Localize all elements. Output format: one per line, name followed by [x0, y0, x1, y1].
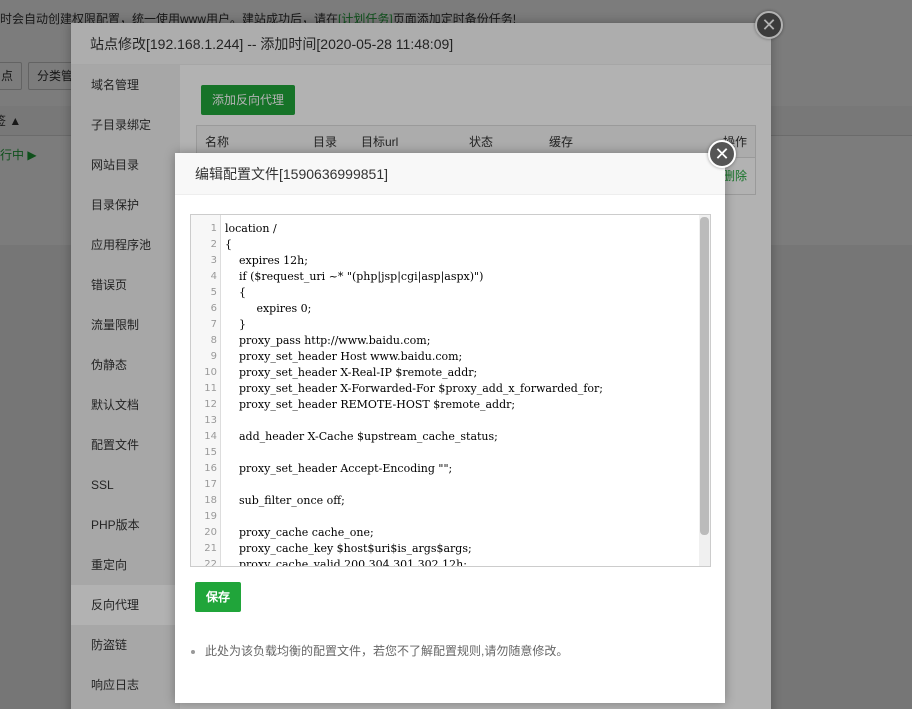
code-line[interactable]: 3 expires 12h;: [191, 253, 698, 269]
line-number: 11: [204, 383, 217, 394]
code-line[interactable]: 8 proxy_pass http://www.baidu.com;: [191, 333, 698, 349]
line-number: 6: [210, 303, 217, 314]
line-number: 8: [210, 335, 217, 346]
code-line[interactable]: 14 add_header X-Cache $upstream_cache_st…: [191, 429, 698, 445]
close-icon[interactable]: ✕: [708, 140, 736, 168]
line-number: 2: [210, 239, 217, 250]
code-line[interactable]: 18 sub_filter_once off;: [191, 493, 698, 509]
code-line[interactable]: 7 }: [191, 317, 698, 333]
line-number: 16: [204, 463, 217, 474]
code-line[interactable]: 5 {: [191, 285, 698, 301]
code-line[interactable]: 2{: [191, 237, 698, 253]
code-editor[interactable]: 1 location /2{3 expires 12h; 4 if ($reques…: [190, 214, 711, 567]
editor-scroll-thumb[interactable]: [700, 217, 709, 535]
line-text: proxy_set_header X-Real-IP $remote_addr;: [225, 366, 478, 379]
line-number: 13: [204, 415, 217, 426]
line-text: proxy_set_header Accept-Encoding "";: [225, 462, 453, 475]
line-text: proxy_set_header Host www.baidu.com;: [225, 350, 463, 363]
line-number: 4: [210, 271, 217, 282]
line-number: 21: [204, 543, 217, 554]
line-text: proxy_set_header X-Forwarded-For $proxy_…: [225, 382, 603, 395]
line-number: 1: [210, 223, 217, 234]
save-button[interactable]: 保存: [195, 582, 241, 612]
config-dialog-title: 编辑配置文件[1590636999851]: [175, 153, 725, 195]
line-text: {: [225, 286, 246, 299]
line-number: 15: [204, 447, 217, 458]
line-text: proxy_set_header REMOTE-HOST $remote_add…: [225, 398, 516, 411]
line-text: proxy_cache_key $host$uri$is_args$args;: [225, 542, 472, 555]
line-number: 22: [204, 559, 217, 567]
line-number: 9: [210, 351, 217, 362]
code-line[interactable]: 9 proxy_set_header Host www.baidu.com;: [191, 349, 698, 365]
code-line[interactable]: 10 proxy_set_header X-Real-IP $remote_ad…: [191, 365, 698, 381]
line-number: 7: [210, 319, 217, 330]
line-text: add_header X-Cache $upstream_cache_statu…: [225, 430, 498, 443]
line-number: 17: [204, 479, 217, 490]
config-tip: 此处为该负载均衡的配置文件，若您不了解配置规则,请勿随意修改。: [191, 642, 568, 659]
line-text: sub_filter_once off;: [225, 494, 345, 507]
bullet-icon: [191, 649, 195, 654]
editor-scrollbar[interactable]: [699, 215, 710, 566]
line-text: proxy_pass http://www.baidu.com;: [225, 334, 431, 347]
line-number: 10: [204, 367, 217, 378]
code-line[interactable]: 13: [191, 413, 698, 429]
line-text: location /: [225, 222, 277, 235]
line-text: expires 12h;: [225, 254, 308, 267]
line-number: 18: [204, 495, 217, 506]
line-number: 5: [210, 287, 217, 298]
code-line[interactable]: 12 proxy_set_header REMOTE-HOST $remote_…: [191, 397, 698, 413]
code-lines: 1 location /2{3 expires 12h; 4 if ($reques…: [191, 221, 698, 567]
edit-config-dialog: 编辑配置文件[1590636999851] 1 location /2{3 exp…: [175, 153, 725, 703]
line-text: {: [225, 238, 232, 251]
line-text: if ($request_uri ~* "(php|jsp|cgi|asp|as…: [225, 270, 484, 283]
code-line[interactable]: 11 proxy_set_header X-Forwarded-For $pro…: [191, 381, 698, 397]
line-number: 12: [204, 399, 217, 410]
code-line[interactable]: 15: [191, 445, 698, 461]
code-line[interactable]: 6 expires 0;: [191, 301, 698, 317]
code-line[interactable]: 17: [191, 477, 698, 493]
line-text: proxy_cache_valid 200 304 301 302 12h;: [225, 558, 467, 567]
line-text: proxy_cache cache_one;: [225, 526, 374, 539]
code-line[interactable]: 22 proxy_cache_valid 200 304 301 302 12h…: [191, 557, 698, 567]
code-line[interactable]: 16 proxy_set_header Accept-Encoding "";: [191, 461, 698, 477]
line-number: 14: [204, 431, 217, 442]
code-line[interactable]: 19: [191, 509, 698, 525]
line-number: 3: [210, 255, 217, 266]
line-number: 19: [204, 511, 217, 522]
tip-text: 此处为该负载均衡的配置文件，若您不了解配置规则,请勿随意修改。: [205, 644, 569, 658]
line-number: 20: [204, 527, 217, 538]
code-line[interactable]: 21 proxy_cache_key $host$uri$is_args$arg…: [191, 541, 698, 557]
code-line[interactable]: 4 if ($request_uri ~* "(php|jsp|cgi|asp|…: [191, 269, 698, 285]
line-text: }: [225, 318, 246, 331]
line-text: expires 0;: [225, 302, 312, 315]
code-line[interactable]: 20 proxy_cache cache_one;: [191, 525, 698, 541]
code-line[interactable]: 1 location /: [191, 221, 698, 237]
